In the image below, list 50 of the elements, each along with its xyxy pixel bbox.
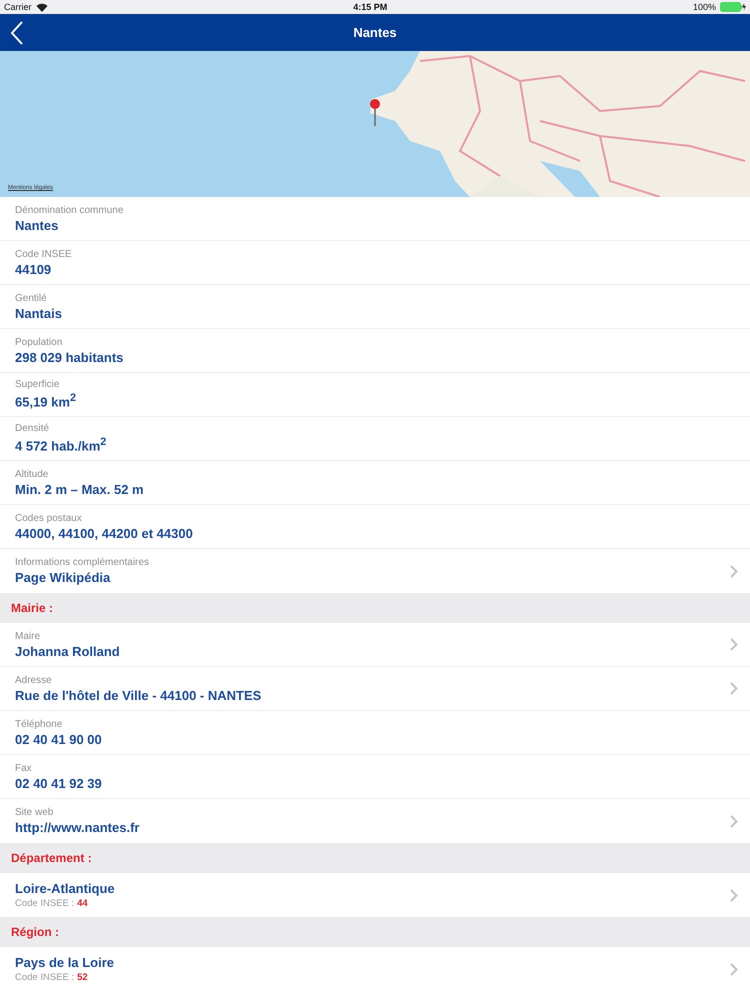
field-value: Johanna Rolland (15, 644, 120, 658)
code-value: 44 (77, 898, 88, 909)
field-value: 4 572 hab./km$^{2}$ (15, 436, 106, 454)
field-value: 44000, 44100, 44200 et 44300 (15, 526, 193, 540)
field-label: Code INSEE (15, 248, 72, 260)
field-label: Superficie (15, 379, 60, 390)
section-header: Mairie : (0, 593, 750, 623)
section-header: Région : (0, 917, 750, 947)
back-button[interactable] (10, 20, 24, 46)
clock-time: 4:15 PM (353, 2, 388, 12)
field-label: Site web (15, 807, 54, 818)
list-row[interactable]: Pays de la Loire Code INSEE : 52 (0, 947, 750, 991)
field-value: Min. 2 m – Max. 52 m (15, 482, 144, 496)
list-row[interactable]: Site web http://www.nantes.fr (0, 799, 750, 843)
field-label: Codes postaux (15, 512, 83, 524)
entity-name: Pays de la Loire (15, 955, 114, 970)
field-label: Gentilé (15, 292, 48, 304)
nav-title: Nantes (353, 25, 397, 40)
list-row[interactable]: Adresse Rue de l'hôtel de Ville - 44100 - NANTES (0, 667, 750, 711)
field-value: 02 40 41 90 00 (15, 732, 102, 746)
list-row[interactable]: Maire Johanna Rolland (0, 623, 750, 667)
field-label: Population (15, 336, 64, 348)
field-value: Rue de l'hôtel de Ville - 44100 - NANTES (15, 688, 262, 702)
field-value: Page Wikipédia (15, 570, 112, 585)
field-label: Altitude (15, 468, 50, 480)
field-label: Adresse (15, 674, 53, 686)
section-header: Département : (0, 843, 750, 873)
field-label: Dénomination commune (15, 204, 124, 216)
field-label: Maire (15, 630, 42, 642)
field-value: Nantais (15, 306, 62, 320)
battery-icon (720, 2, 746, 12)
field-value: 298 029 habitants (15, 350, 124, 364)
field-value: 02 40 41 92 39 (15, 776, 102, 790)
field-value: 65,19 km$^{2}$ (15, 392, 76, 410)
carrier-label: Carrier (4, 2, 32, 12)
code-label: Code INSEE : (15, 972, 74, 983)
wifi-icon (36, 2, 48, 12)
field-label: Informations complémentaires (15, 557, 149, 568)
field-value: 44109 (15, 262, 52, 276)
entity-name: Loire-Atlantique (15, 881, 115, 896)
battery-percent: 100% (692, 2, 716, 12)
field-label: Densité (15, 423, 50, 434)
code-value: 52 (77, 972, 88, 983)
list-row[interactable]: Informations complémentaires Page Wikipédia (0, 549, 750, 593)
list-row[interactable]: Loire-Atlantique Code INSEE : 44 (0, 873, 750, 917)
code-label: Code INSEE : (15, 898, 74, 909)
field-label: Fax (15, 762, 33, 774)
field-value: http://www.nantes.fr (15, 820, 140, 835)
field-value: Nantes (15, 218, 60, 232)
field-label: Téléphone (15, 718, 64, 730)
